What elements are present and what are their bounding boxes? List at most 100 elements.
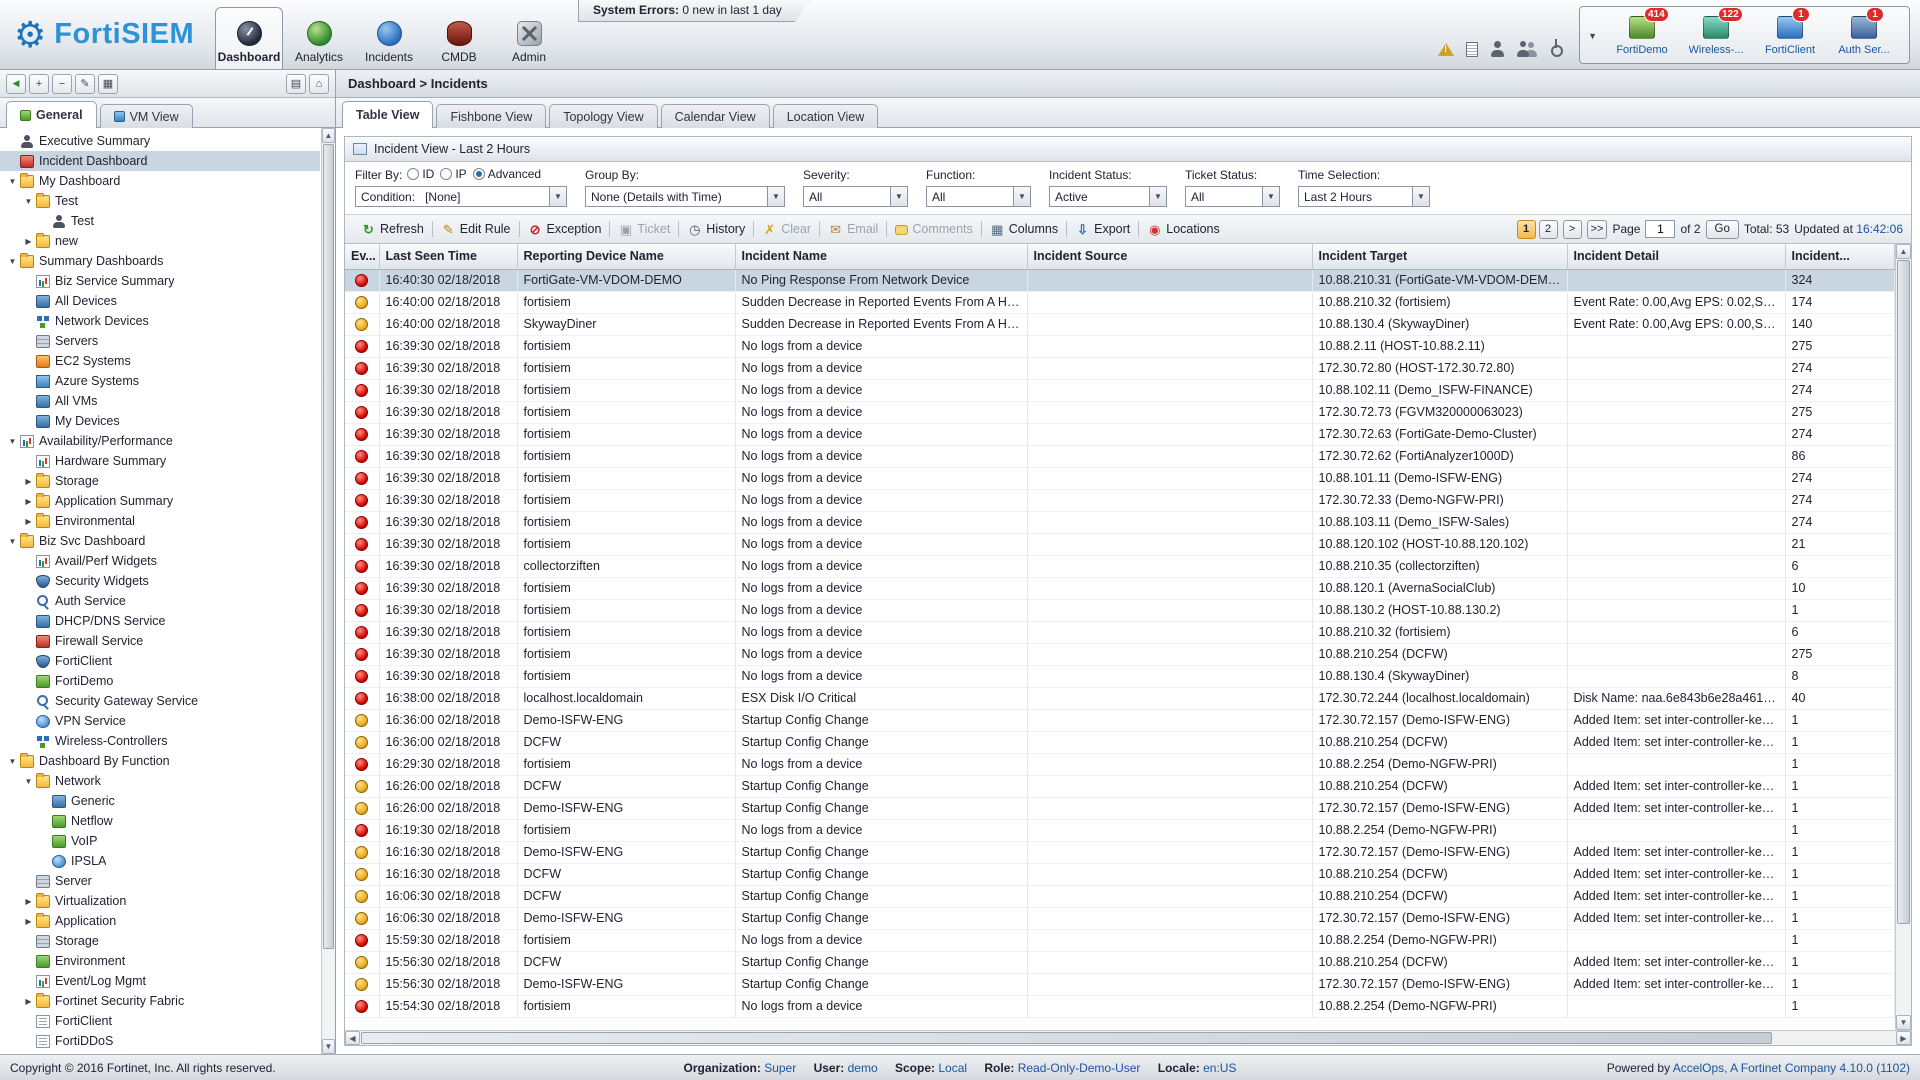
table-vertical-scrollbar[interactable]: ▲ ▼ [1895, 244, 1911, 1030]
incident-row[interactable]: 16:39:30 02/18/2018fortisiemNo logs from… [345, 533, 1895, 555]
sidebar-item-application[interactable]: ▶Application [0, 911, 320, 931]
expand-icon[interactable]: ▶ [22, 897, 35, 906]
sidebar-item-availability-performance[interactable]: ▼Availability/Performance [0, 431, 320, 451]
sidebar-item-netflow[interactable]: Netflow [0, 811, 320, 831]
function-select[interactable]: All▼ [926, 186, 1031, 207]
ticket-status-select[interactable]: All▼ [1185, 186, 1280, 207]
sidebar-item-all-vms[interactable]: All VMs [0, 391, 320, 411]
sidebar-item-firewall-service[interactable]: Firewall Service [0, 631, 320, 651]
column-header-reporting-device-name[interactable]: Reporting Device Name [517, 244, 735, 269]
sidebar-item-fortinet-security-fabric[interactable]: ▶Fortinet Security Fabric [0, 991, 320, 1011]
sidebar-item-ec2-systems[interactable]: EC2 Systems [0, 351, 320, 371]
sidebar-item-biz-service-summary[interactable]: Biz Service Summary [0, 271, 320, 291]
clear-button[interactable]: Clear [754, 222, 819, 237]
incident-row[interactable]: 16:39:30 02/18/2018fortisiemNo logs from… [345, 489, 1895, 511]
sidebar-item-wireless-controllers[interactable]: Wireless-Controllers [0, 731, 320, 751]
incident-row[interactable]: 16:40:00 02/18/2018SkywayDinerSudden Dec… [345, 313, 1895, 335]
sidebar-tab-general[interactable]: General [6, 101, 97, 128]
radio-unchecked-icon[interactable] [440, 168, 452, 180]
incident-row[interactable]: 15:56:30 02/18/2018DCFWStartup Config Ch… [345, 951, 1895, 973]
incident-row[interactable]: 16:39:30 02/18/2018fortisiemNo logs from… [345, 621, 1895, 643]
condition-select[interactable]: Condition: [None] ▼ [355, 186, 567, 207]
scroll-left-icon[interactable]: ◀ [345, 1031, 360, 1045]
dropdown-arrow-icon[interactable]: ▼ [1262, 187, 1279, 206]
sidebar-tab-vm-view[interactable]: VM View [100, 104, 193, 128]
widgets-dropdown-caret-icon[interactable]: ▼ [1588, 31, 1597, 41]
sidebar-item-generic[interactable]: Generic [0, 791, 320, 811]
expand-icon[interactable]: ▶ [22, 477, 35, 486]
page-button-1[interactable]: 1 [1517, 220, 1536, 239]
dropdown-arrow-icon[interactable]: ▼ [1412, 187, 1429, 206]
filter-by-radio-advanced[interactable]: Advanced [473, 167, 541, 181]
add-icon[interactable]: + [29, 74, 49, 94]
incident-row[interactable]: 16:39:30 02/18/2018fortisiemNo logs from… [345, 599, 1895, 621]
scroll-thumb[interactable] [323, 144, 334, 949]
collapse-icon[interactable]: ▼ [6, 257, 19, 266]
incident-row[interactable]: 16:38:00 02/18/2018localhost.localdomain… [345, 687, 1895, 709]
sidebar-item-network[interactable]: ▼Network [0, 771, 320, 791]
time-selection-select[interactable]: Last 2 Hours▼ [1298, 186, 1430, 207]
incident-row[interactable]: 16:16:30 02/18/2018Demo-ISFW-ENGStartup … [345, 841, 1895, 863]
incident-row[interactable]: 15:59:30 02/18/2018fortisiemNo logs from… [345, 929, 1895, 951]
group-by-select[interactable]: None (Details with Time)▼ [585, 186, 785, 207]
sidebar-item-incident-dashboard[interactable]: Incident Dashboard [0, 151, 320, 171]
nav-tab-admin[interactable]: Admin [495, 7, 563, 69]
incident-row[interactable]: 16:39:30 02/18/2018fortisiemNo logs from… [345, 643, 1895, 665]
warning-icon[interactable] [1438, 43, 1454, 56]
collapse-icon[interactable]: ▼ [6, 757, 19, 766]
layout-icon[interactable]: ▦ [98, 74, 118, 94]
sidebar-item-vpn-service[interactable]: VPN Service [0, 711, 320, 731]
column-header-incident-target[interactable]: Incident Target [1312, 244, 1567, 269]
column-header-last-seen-time[interactable]: Last Seen Time [379, 244, 517, 269]
incident-row[interactable]: 15:56:30 02/18/2018Demo-ISFW-ENGStartup … [345, 973, 1895, 995]
incident-status-select[interactable]: Active▼ [1049, 186, 1167, 207]
sidebar-item-forticlient[interactable]: FortiClient [0, 1011, 320, 1031]
sidebar-item-virtualization[interactable]: ▶Virtualization [0, 891, 320, 911]
comments-button[interactable]: Comments [887, 222, 980, 236]
column-header-incident-name[interactable]: Incident Name [735, 244, 1027, 269]
column-header-incident[interactable]: Incident... [1785, 244, 1895, 269]
incident-row[interactable]: 16:06:30 02/18/2018Demo-ISFW-ENGStartup … [345, 907, 1895, 929]
filter-by-radio-ip[interactable]: IP [440, 167, 466, 181]
sidebar-scrollbar[interactable]: ▲ ▼ [321, 128, 335, 1054]
filter-by-radio-id[interactable]: ID [407, 167, 434, 181]
dropdown-arrow-icon[interactable]: ▼ [767, 187, 784, 206]
sidebar-item-my-devices[interactable]: My Devices [0, 411, 320, 431]
sidebar-item-security-widgets[interactable]: Security Widgets [0, 571, 320, 591]
device-widget-fortidemo[interactable]: 414FortiDemo [1605, 16, 1679, 56]
incident-row[interactable]: 16:26:00 02/18/2018Demo-ISFW-ENGStartup … [345, 797, 1895, 819]
expand-icon[interactable]: ▶ [22, 917, 35, 926]
scroll-up-icon[interactable]: ▲ [322, 128, 335, 143]
email-button[interactable]: Email [820, 222, 886, 237]
powered-by-link[interactable]: AccelOps, A Fortinet Company 4.10.0 (110… [1673, 1061, 1910, 1075]
next-page-button[interactable]: > [1563, 220, 1582, 239]
device-widget-forticlient[interactable]: 1FortiClient [1753, 16, 1827, 56]
sidebar-item-executive-summary[interactable]: Executive Summary [0, 131, 320, 151]
incident-row[interactable]: 16:39:30 02/18/2018fortisiemNo logs from… [345, 423, 1895, 445]
expand-icon[interactable]: ▶ [22, 237, 35, 246]
incident-row[interactable]: 16:39:30 02/18/2018fortisiemNo logs from… [345, 401, 1895, 423]
sidebar-item-test[interactable]: Test [0, 211, 320, 231]
sidebar-item-application-summary[interactable]: ▶Application Summary [0, 491, 320, 511]
sidebar-item-voip[interactable]: VoIP [0, 831, 320, 851]
history-button[interactable]: History [679, 222, 753, 237]
sidebar-item-fortidemo[interactable]: FortiDemo [0, 671, 320, 691]
tab-topology-view[interactable]: Topology View [549, 104, 657, 128]
scroll-thumb[interactable] [1897, 260, 1910, 924]
tab-calendar-view[interactable]: Calendar View [661, 104, 770, 128]
sidebar-item-biz-svc-dashboard[interactable]: ▼Biz Svc Dashboard [0, 531, 320, 551]
sidebar-item-environment[interactable]: Environment [0, 951, 320, 971]
radio-checked-icon[interactable] [473, 168, 485, 180]
sidebar-item-hardware-summary[interactable]: Hardware Summary [0, 451, 320, 471]
dropdown-arrow-icon[interactable]: ▼ [1149, 187, 1166, 206]
radio-unchecked-icon[interactable] [407, 168, 419, 180]
sidebar-item-event-log-mgmt[interactable]: Event/Log Mgmt [0, 971, 320, 991]
sidebar-item-summary-dashboards[interactable]: ▼Summary Dashboards [0, 251, 320, 271]
nav-tab-dashboard[interactable]: Dashboard [215, 7, 283, 69]
severity-select[interactable]: All▼ [803, 186, 908, 207]
scroll-down-icon[interactable]: ▼ [322, 1039, 335, 1054]
column-header-ev[interactable]: Ev... [345, 244, 379, 269]
collapse-icon[interactable]: ▼ [6, 437, 19, 446]
scroll-track[interactable] [322, 143, 335, 1039]
tab-fishbone-view[interactable]: Fishbone View [436, 104, 546, 128]
